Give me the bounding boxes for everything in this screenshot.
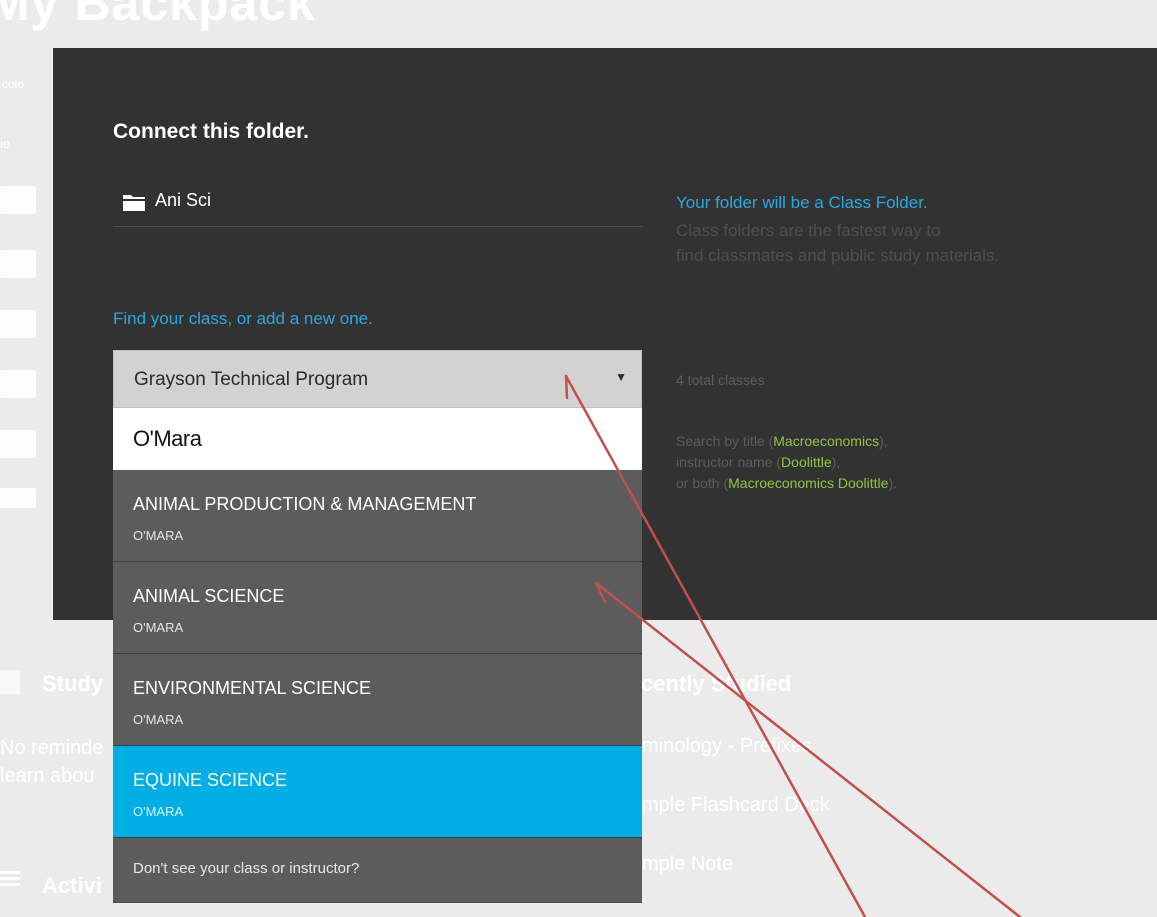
result-instructor: O'MARA — [133, 528, 184, 543]
search-hint: Search by title (Macroeconomics), instru… — [676, 433, 897, 491]
sidebar-label: colo — [2, 77, 25, 91]
school-select[interactable]: Grayson Technical Program ▼ — [113, 350, 642, 408]
result-item[interactable]: ENVIRONMENTAL SCIENCE O'MARA — [113, 654, 642, 746]
folder-name: Ani Sci — [155, 190, 212, 210]
recent-item[interactable]: mple Note — [642, 853, 733, 876]
result-title: ANIMAL SCIENCE — [133, 586, 285, 606]
chevron-down-icon[interactable]: ▼ — [615, 370, 627, 384]
result-title: ANIMAL PRODUCTION & MANAGEMENT — [133, 494, 477, 514]
page-title: My Backpack — [0, 0, 316, 31]
result-item-highlighted[interactable]: EQUINE SCIENCE O'MARA — [113, 746, 642, 838]
study-text: learn abou — [0, 765, 95, 787]
class-folder-description: Class folders are the fastest way to fin… — [676, 221, 1000, 265]
modal-title: Connect this folder. — [113, 120, 310, 143]
list-icon — [0, 868, 20, 890]
class-search-input[interactable] — [113, 408, 642, 470]
sidebar-dropdown[interactable]: ie — [0, 136, 10, 151]
result-title: ENVIRONMENTAL SCIENCE — [133, 678, 372, 698]
folder-icon[interactable] — [0, 310, 36, 338]
result-instructor: O'MARA — [133, 712, 184, 727]
folder-icon[interactable] — [0, 370, 36, 398]
result-title: EQUINE SCIENCE — [133, 770, 288, 790]
activity-heading: Activi — [42, 873, 102, 898]
result-item[interactable]: ANIMAL PRODUCTION & MANAGEMENT O'MARA — [113, 470, 642, 562]
school-select-value: Grayson Technical Program — [134, 369, 369, 390]
recent-item[interactable]: mple Flashcard Deck — [642, 794, 830, 817]
folder-icon — [123, 194, 145, 211]
add-folder-icon[interactable] — [0, 488, 36, 508]
recent-item[interactable]: minology - Prefixes — [642, 735, 812, 758]
bell-icon — [0, 670, 20, 694]
folder-icon[interactable] — [0, 430, 36, 458]
total-classes-count: 4 total classes — [676, 372, 765, 388]
recently-studied-heading: cently Studied — [641, 671, 792, 696]
result-instructor: O'MARA — [133, 804, 184, 819]
study-heading: Study — [42, 671, 104, 696]
result-instructor: O'MARA — [133, 620, 184, 635]
find-class-label: Find your class, or add a new one. — [113, 309, 373, 328]
missing-class-link[interactable]: Don't see your class or instructor? — [113, 838, 642, 903]
folder-icon[interactable] — [0, 186, 36, 214]
missing-class-text: Don't see your class or instructor? — [133, 860, 360, 877]
result-item[interactable]: ANIMAL SCIENCE O'MARA — [113, 562, 642, 654]
class-folder-heading: Your folder will be a Class Folder. — [676, 193, 928, 212]
folder-icon[interactable] — [0, 250, 36, 278]
class-results-list: ANIMAL PRODUCTION & MANAGEMENT O'MARA AN… — [113, 470, 642, 903]
study-text: No reminde — [0, 737, 104, 759]
folder-row: Ani Sci — [113, 184, 643, 227]
